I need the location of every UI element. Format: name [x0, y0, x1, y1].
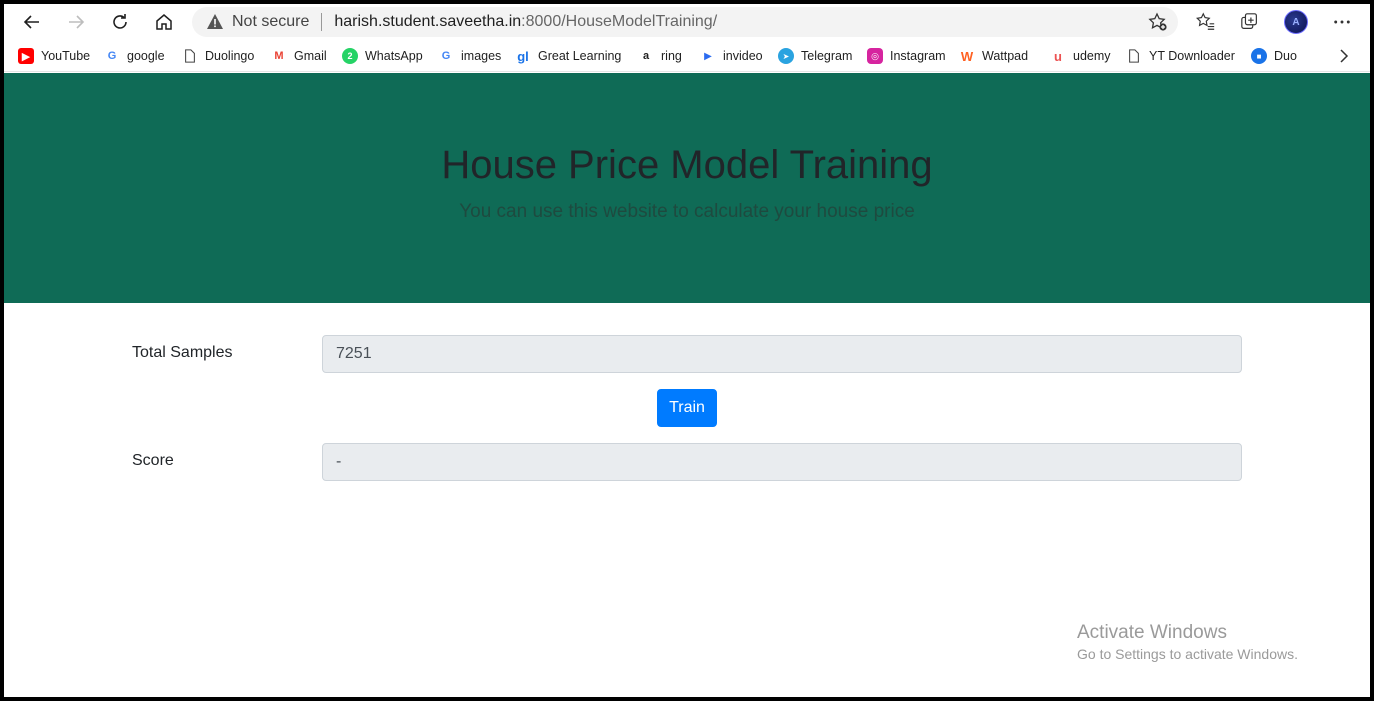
google-icon: G	[107, 50, 117, 62]
back-icon[interactable]	[18, 8, 46, 36]
invideo-icon: ▶	[704, 50, 712, 62]
wattpad-icon: W	[960, 48, 974, 64]
page-subtitle: You can use this website to calculate yo…	[459, 201, 915, 222]
bookmark-yt-downloader[interactable]: YT Downloader	[1126, 47, 1235, 65]
bookmark-great-learning[interactable]: gl Great Learning	[515, 47, 621, 65]
amazon-icon: a	[642, 50, 650, 62]
bookmark-label: images	[461, 49, 502, 63]
score-field[interactable]	[322, 443, 1242, 481]
watermark-title: Activate Windows	[1077, 622, 1227, 643]
bookmark-google[interactable]: G google	[104, 47, 165, 65]
bookmark-wattpad[interactable]: W Wattpad	[959, 47, 1028, 65]
hero-banner: House Price Model Training You can use t…	[4, 73, 1370, 303]
url-host: harish.student.saveetha.in	[334, 13, 522, 30]
warning-icon	[206, 13, 224, 31]
gmail-icon: M	[274, 50, 284, 62]
telegram-icon: ➤	[778, 48, 794, 64]
page-icon	[182, 48, 198, 64]
bookmark-ring[interactable]: a ring	[638, 47, 682, 65]
activate-windows-watermark: Activate Windows Go to Settings to activ…	[1077, 622, 1298, 662]
bookmark-instagram[interactable]: ◎ Instagram	[867, 47, 946, 65]
not-secure-label[interactable]: Not secure	[232, 13, 309, 31]
instagram-icon: ◎	[867, 48, 883, 64]
browser-window: Not secure harish.student.saveetha.in:80…	[4, 4, 1370, 697]
bookmark-label: WhatsApp	[365, 49, 423, 63]
bookmark-images[interactable]: G images	[438, 47, 502, 65]
bookmarks-bar: ▶ YouTube G google Duolingo M Gmail 2 Wh…	[4, 40, 1370, 72]
bookmark-label: udemy	[1073, 49, 1111, 63]
whatsapp-icon: 2	[342, 48, 358, 64]
refresh-icon[interactable]	[106, 8, 134, 36]
bookmark-label: Gmail	[294, 49, 327, 63]
bookmark-label: Wattpad	[982, 49, 1029, 63]
great-learning-icon: gl	[517, 48, 529, 64]
forward-icon[interactable]	[62, 8, 90, 36]
total-samples-field[interactable]	[322, 335, 1242, 373]
bookmark-duolingo[interactable]: Duolingo	[182, 47, 254, 65]
bookmark-label: ring	[661, 49, 682, 63]
profile-avatar[interactable]: A	[1284, 10, 1308, 34]
address-bar[interactable]: Not secure harish.student.saveetha.in:80…	[192, 7, 1178, 37]
browser-toolbar: Not secure harish.student.saveetha.in:80…	[4, 4, 1370, 40]
bookmark-label: invideo	[723, 49, 763, 63]
url-path: :8000/HouseModelTraining/	[521, 13, 718, 30]
collections-icon[interactable]	[1238, 10, 1262, 34]
page-title: House Price Model Training	[441, 143, 933, 187]
bookmark-label: Telegram	[801, 49, 853, 63]
udemy-icon: u	[1054, 48, 1062, 64]
page-icon	[1126, 48, 1142, 64]
bookmark-youtube[interactable]: ▶ YouTube	[18, 47, 90, 65]
bookmark-label: Duo	[1274, 49, 1297, 63]
add-favorite-icon[interactable]	[1148, 12, 1168, 32]
google-icon: G	[441, 50, 451, 62]
score-row: Score	[132, 443, 1242, 481]
bookmark-label: Great Learning	[538, 49, 622, 63]
bookmark-label: Instagram	[890, 49, 946, 63]
favorites-icon[interactable]	[1194, 10, 1218, 34]
bookmark-udemy[interactable]: u udemy	[1050, 47, 1111, 65]
bookmark-gmail[interactable]: M Gmail	[271, 47, 327, 65]
train-button[interactable]: Train	[657, 389, 717, 427]
address-separator	[321, 13, 323, 31]
duo-icon: ■	[1251, 48, 1267, 64]
total-samples-label: Total Samples	[132, 344, 233, 361]
chevron-right-icon[interactable]	[1336, 48, 1352, 64]
youtube-icon: ▶	[18, 48, 34, 64]
bookmark-invideo[interactable]: ▶ invideo	[700, 47, 763, 65]
bookmark-label: Duolingo	[205, 49, 255, 63]
total-samples-row: Total Samples	[132, 335, 1242, 373]
bookmark-label: google	[127, 49, 165, 63]
bookmark-label: YouTube	[41, 49, 91, 63]
bookmark-telegram[interactable]: ➤ Telegram	[778, 47, 852, 65]
score-label: Score	[132, 452, 174, 469]
more-options-icon[interactable]	[1330, 10, 1354, 34]
bookmark-label: YT Downloader	[1149, 49, 1235, 63]
home-icon[interactable]	[150, 8, 178, 36]
bookmark-whatsapp[interactable]: 2 WhatsApp	[342, 47, 423, 65]
bookmark-duo[interactable]: ■ Duo	[1251, 47, 1297, 65]
watermark-subtitle: Go to Settings to activate Windows.	[1077, 646, 1298, 662]
